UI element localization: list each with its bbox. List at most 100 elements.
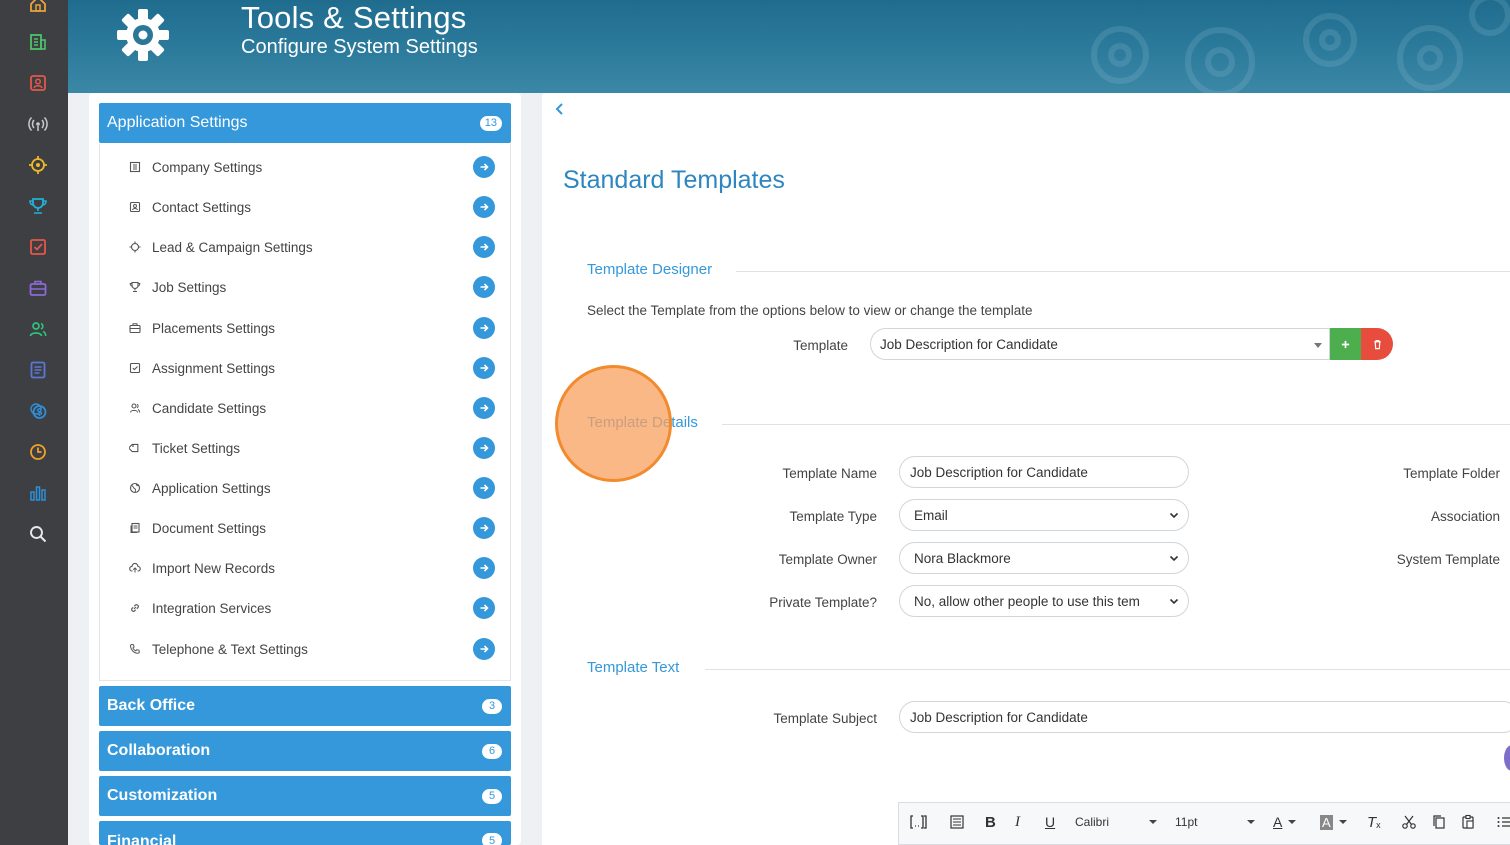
cloud-upload-icon <box>128 561 142 575</box>
group-collaboration[interactable]: Collaboration 6 <box>99 731 511 771</box>
checkbox-icon[interactable] <box>26 235 50 259</box>
template-select-value: Job Description for Candidate <box>880 336 1058 352</box>
menu-item-integration-services[interactable]: Integration Services <box>100 588 510 628</box>
menu-item-assignment-settings[interactable]: Assignment Settings <box>100 348 510 388</box>
font-size-select[interactable]: 11pt <box>1175 812 1255 832</box>
arrow-right-icon[interactable] <box>473 437 495 459</box>
building-icon <box>128 160 142 174</box>
background-color-icon[interactable]: A <box>1320 812 1347 832</box>
template-type-value: Email <box>914 507 948 523</box>
count-badge: 6 <box>482 743 502 759</box>
menu-item-telephone-text-settings[interactable]: Telephone & Text Settings <box>100 629 510 669</box>
group-financial[interactable]: Financial 5 <box>99 821 511 845</box>
clear-format-icon[interactable]: Tx <box>1367 812 1381 832</box>
font-family-select[interactable]: Calibri <box>1075 812 1157 832</box>
menu-item-job-settings[interactable]: Job Settings <box>100 267 510 307</box>
broadcast-icon[interactable] <box>26 112 50 136</box>
trophy-icon[interactable] <box>26 194 50 218</box>
arrow-right-icon[interactable] <box>473 317 495 339</box>
arrow-right-icon[interactable] <box>473 357 495 379</box>
menu-item-candidate-settings[interactable]: Candidate Settings <box>100 388 510 428</box>
trophy-icon <box>128 280 142 294</box>
template-name-input[interactable]: Job Description for Candidate <box>899 456 1189 488</box>
font-size-value: 11pt <box>1175 815 1198 829</box>
page-header: Tools & Settings Configure System Settin… <box>68 0 1510 93</box>
arrow-right-icon[interactable] <box>473 517 495 539</box>
list-icon[interactable] <box>1496 812 1510 832</box>
template-name-value: Job Description for Candidate <box>910 464 1088 480</box>
building-icon[interactable] <box>26 30 50 54</box>
coins-icon[interactable] <box>26 399 50 423</box>
phone-icon <box>128 642 142 656</box>
plus-icon <box>1341 340 1350 348</box>
menu-item-contact-settings[interactable]: Contact Settings <box>100 187 510 227</box>
contact-card-icon[interactable] <box>26 71 50 95</box>
private-template-value: No, allow other people to use this templ… <box>914 593 1140 609</box>
menu-item-label: Placements Settings <box>152 320 276 336</box>
delete-template-button[interactable] <box>1361 328 1393 360</box>
arrow-right-icon[interactable] <box>473 276 495 298</box>
arrow-right-icon[interactable] <box>473 597 495 619</box>
menu-item-lead-campaign-settings[interactable]: Lead & Campaign Settings <box>100 227 510 267</box>
menu-item-label: Integration Services <box>152 600 272 616</box>
count-badge: 3 <box>482 698 502 714</box>
menu-item-label: Document Settings <box>152 520 267 536</box>
template-owner-select[interactable]: Nora Blackmore <box>899 542 1189 574</box>
gear-pattern-background <box>1091 0 1510 93</box>
people-icon[interactable] <box>26 317 50 341</box>
copy-icon[interactable] <box>1431 812 1447 832</box>
arrow-right-icon[interactable] <box>473 477 495 499</box>
menu-item-company-settings[interactable]: Company Settings <box>100 147 510 187</box>
group-application-settings[interactable]: Application Settings 13 <box>99 103 511 143</box>
paste-icon[interactable] <box>1460 812 1476 832</box>
clock-icon[interactable] <box>26 440 50 464</box>
checkbox-icon <box>128 361 142 375</box>
menu-item-application-settings[interactable]: Application Settings <box>100 468 510 508</box>
count-badge: 5 <box>482 833 502 845</box>
arrow-right-icon[interactable] <box>473 156 495 178</box>
template-select[interactable]: Job Description for Candidate <box>870 328 1330 360</box>
bar-chart-icon[interactable] <box>26 481 50 505</box>
menu-item-document-settings[interactable]: Document Settings <box>100 508 510 548</box>
arrow-right-icon[interactable] <box>473 236 495 258</box>
menu-item-label: Job Settings <box>152 279 227 295</box>
contact-card-icon <box>128 200 142 214</box>
template-subject-input[interactable]: Job Description for Candidate <box>899 701 1510 733</box>
arrow-right-icon[interactable] <box>473 397 495 419</box>
bold-icon[interactable]: B <box>985 812 996 832</box>
arrow-right-icon[interactable] <box>473 638 495 660</box>
count-badge: 13 <box>479 115 502 131</box>
tag-icon <box>128 441 142 455</box>
cut-icon[interactable] <box>1401 812 1417 832</box>
chevron-left-icon[interactable] <box>552 100 568 118</box>
italic-icon[interactable]: I <box>1015 812 1020 832</box>
arrow-right-icon[interactable] <box>473 196 495 218</box>
group-label: Application Settings <box>107 114 248 131</box>
add-template-button[interactable] <box>1330 328 1361 360</box>
template-type-select[interactable]: Email <box>899 499 1189 531</box>
source-code-icon[interactable] <box>909 812 939 832</box>
group-label: Financial <box>107 833 177 845</box>
trash-icon <box>1373 339 1381 349</box>
underline-icon[interactable]: U <box>1045 812 1055 832</box>
template-icon[interactable] <box>949 812 965 832</box>
group-customization[interactable]: Customization 5 <box>99 776 511 816</box>
group-label: Back Office <box>107 697 196 714</box>
menu-item-ticket-settings[interactable]: Ticket Settings <box>100 428 510 468</box>
private-template-select[interactable]: No, allow other people to use this templ… <box>899 585 1189 617</box>
document-icon[interactable] <box>26 358 50 382</box>
group-back-office[interactable]: Back Office 3 <box>99 686 511 726</box>
menu-item-import-new-records[interactable]: Import New Records <box>100 548 510 588</box>
menu-item-placements-settings[interactable]: Placements Settings <box>100 308 510 348</box>
template-subject-label: Template Subject <box>773 711 877 726</box>
home-icon[interactable] <box>26 0 50 16</box>
text-color-icon[interactable]: A <box>1273 812 1297 832</box>
search-icon[interactable] <box>26 522 50 546</box>
briefcase-icon[interactable] <box>26 276 50 300</box>
arrow-right-icon[interactable] <box>473 557 495 579</box>
target-icon[interactable] <box>26 153 50 177</box>
template-name-label: Template Name <box>782 466 877 481</box>
menu-item-label: Application Settings <box>152 480 271 496</box>
application-settings-list: Company Settings Contact Settings Lead &… <box>99 143 511 681</box>
menu-item-label: Lead & Campaign Settings <box>152 239 313 255</box>
